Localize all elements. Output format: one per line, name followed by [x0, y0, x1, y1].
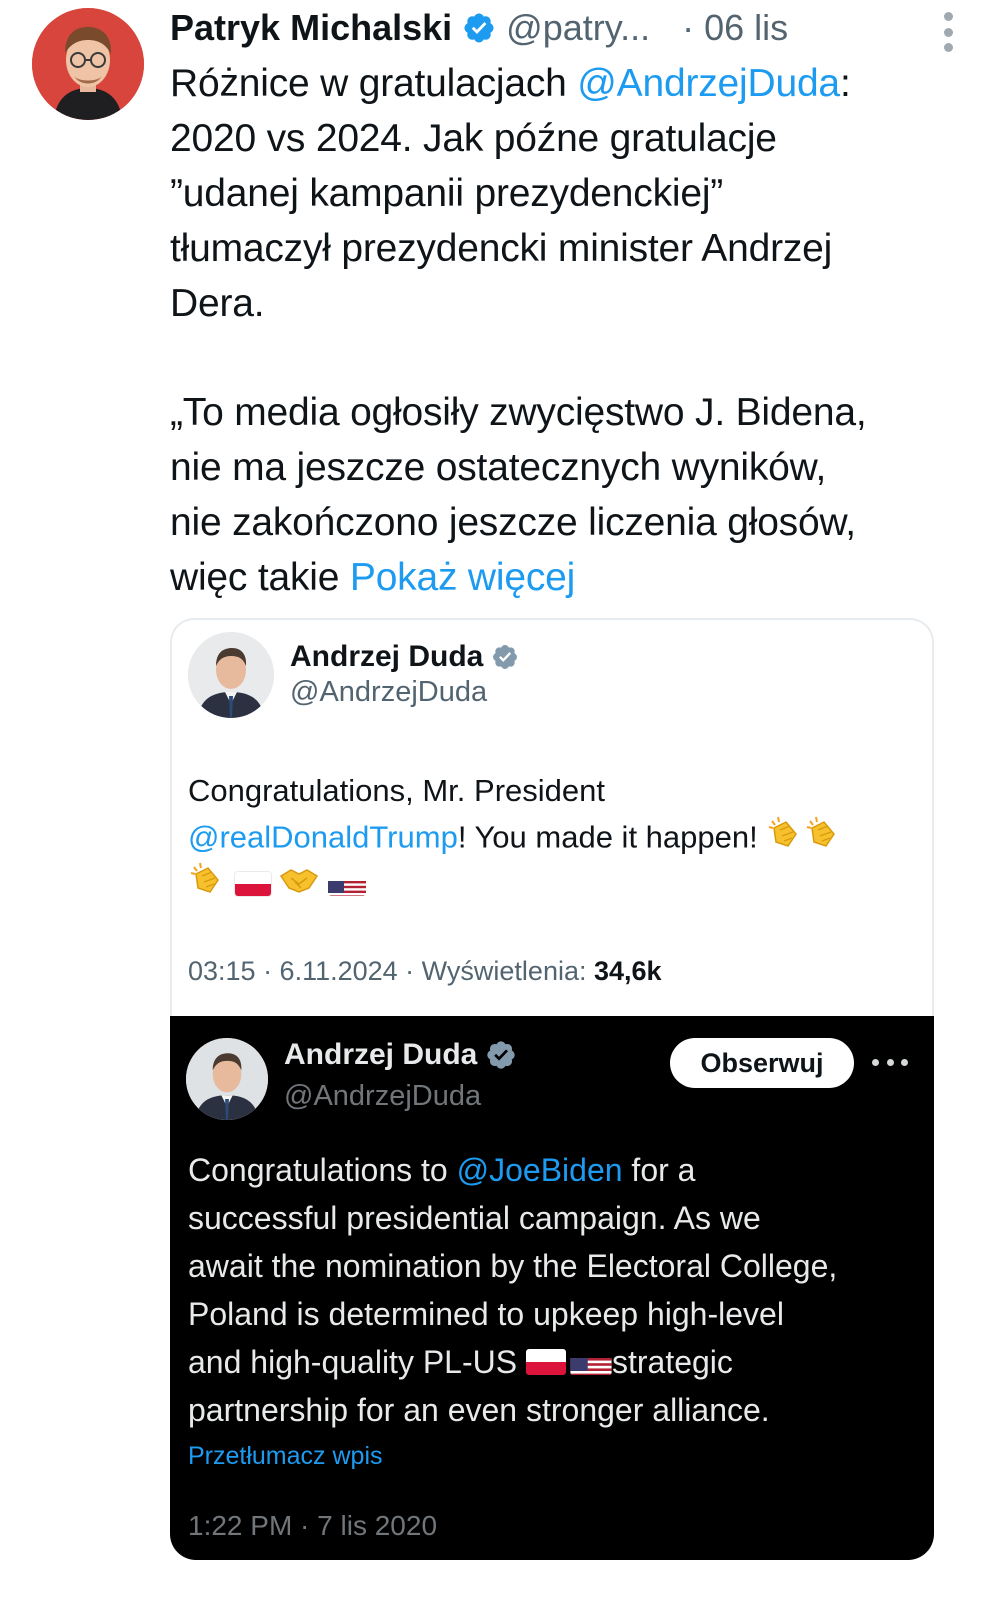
- author-avatar[interactable]: [32, 8, 144, 120]
- more-options-icon[interactable]: [936, 12, 960, 52]
- follow-button[interactable]: Obserwuj: [670, 1038, 854, 1088]
- tweet-header: Patryk Michalski @patry... · 06 lis: [170, 4, 960, 52]
- quote-author-handle[interactable]: @AndrzejDuda: [290, 676, 487, 709]
- tweet-text-line: więc takie Pokaż więcej: [170, 556, 576, 599]
- tweet-text-line: tłumaczył prezydencki minister Andrzej: [170, 227, 833, 270]
- clapping-hands-emoji: [188, 860, 226, 911]
- tweet-text-line: Dera.: [170, 282, 265, 325]
- tweet-text-line: ”udanej kampanii prezydenckiej”: [170, 172, 724, 215]
- mention-link[interactable]: @AndrzejDuda: [577, 62, 840, 105]
- tweet-date[interactable]: · 06 lis: [682, 7, 788, 49]
- tweet-text-line: Różnice w gratulacjach @AndrzejDuda:: [170, 62, 851, 105]
- handshake-emoji: [279, 863, 319, 909]
- quote-avatar[interactable]: [188, 632, 274, 718]
- tweet-text: Różnice w gratulacjach @AndrzejDuda: 202…: [170, 56, 950, 605]
- tweet-text-line: nie ma jeszcze ostatecznych wyników,: [170, 446, 827, 489]
- mention-link[interactable]: @realDonaldTrump: [188, 820, 458, 855]
- quote-meta: 03:15 · 6.11.2024 · Wyświetlenia: 34,6k: [188, 956, 662, 986]
- show-more-link[interactable]: Pokaż więcej: [350, 556, 575, 599]
- quote-author-name[interactable]: Andrzej Duda: [284, 1038, 517, 1072]
- author-handle[interactable]: @patry...: [506, 7, 650, 49]
- flag-usa-emoji: [327, 872, 366, 896]
- clapping-hands-emoji: [766, 814, 804, 865]
- flag-usa-emoji: [570, 1349, 612, 1375]
- verified-badge-icon: [462, 11, 496, 45]
- quote-author-handle[interactable]: @AndrzejDuda: [284, 1080, 481, 1113]
- flag-poland-emoji: [525, 1349, 566, 1375]
- quote-text: Congratulations to @JoeBiden for a succe…: [188, 1152, 838, 1428]
- flag-poland-emoji: [234, 871, 271, 896]
- quote-text: Congratulations, Mr. President @realDona…: [188, 768, 842, 906]
- tweet-text-line: 2020 vs 2024. Jak późne gratulacje: [170, 117, 777, 160]
- tweet-text-line: „To media ogłosiły zwycięstwo J. Bidena,: [170, 391, 867, 434]
- more-options-icon[interactable]: [872, 1052, 908, 1072]
- quote-avatar[interactable]: [186, 1038, 268, 1120]
- author-name[interactable]: Patryk Michalski: [170, 7, 452, 49]
- views-count: 34,6k: [593, 956, 662, 986]
- verified-badge-icon: [485, 1039, 517, 1071]
- quoted-image-2020[interactable]: Andrzej Duda @AndrzejDuda Obserwuj Congr…: [170, 1016, 934, 1560]
- quote-timestamp: 1:22 PM · 7 lis 2020: [188, 1510, 438, 1541]
- quoted-image-2024[interactable]: Andrzej Duda @AndrzejDuda Congratulation…: [170, 618, 934, 1018]
- quote-author-name[interactable]: Andrzej Duda: [290, 640, 519, 674]
- tweet: Patryk Michalski @patry... · 06 lis Różn…: [0, 0, 986, 1600]
- verified-badge-icon: [491, 643, 519, 671]
- clapping-hands-emoji: [804, 814, 842, 865]
- tweet-text-line: nie zakończono jeszcze liczenia głosów,: [170, 501, 856, 544]
- mention-link[interactable]: @JoeBiden: [457, 1152, 623, 1188]
- translate-link[interactable]: Przetłumacz wpis: [188, 1442, 383, 1471]
